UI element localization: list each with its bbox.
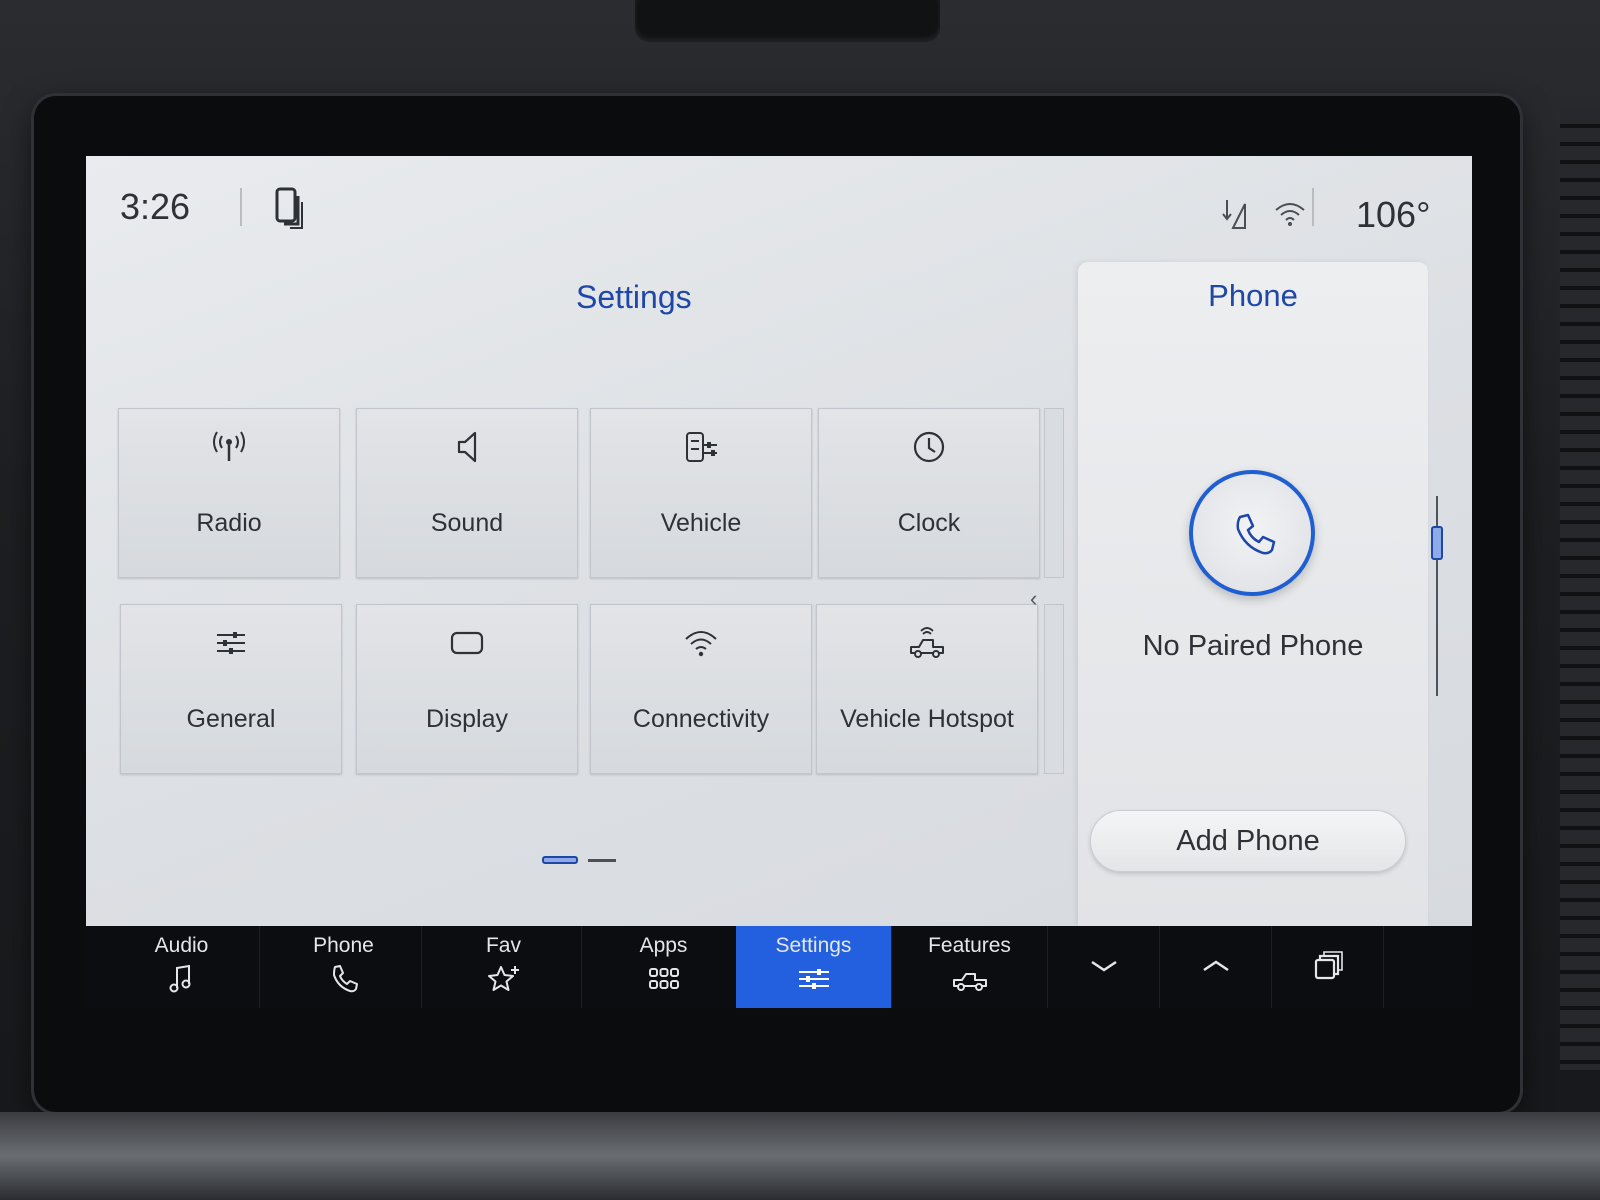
nav-label: Settings: [775, 934, 852, 957]
dashboard-trim: [0, 1112, 1600, 1200]
apps-grid-icon: [648, 968, 679, 989]
nav-features[interactable]: Features: [892, 926, 1048, 1008]
tile-label: Display: [426, 705, 508, 733]
status-divider: [240, 188, 242, 226]
tile-general[interactable]: General: [120, 604, 342, 774]
right-air-vent: [1560, 110, 1600, 1070]
truck-hotspot-icon: [909, 625, 945, 661]
panel-scrollbar-thumb[interactable]: [1431, 526, 1443, 560]
dashboard: 3:26 106° Settings Radio Sound Vehicle C…: [0, 0, 1600, 1200]
copy-windows-icon: [1314, 951, 1343, 980]
phone-call-button[interactable]: [1189, 470, 1315, 596]
phone-panel: Phone No Paired Phone Add Phone: [1078, 262, 1428, 926]
wifi-icon: [683, 625, 719, 661]
tile-partial[interactable]: [1044, 408, 1064, 578]
page-title: Settings: [576, 279, 692, 315]
tile-label: Vehicle: [660, 509, 742, 537]
display-icon: [449, 625, 485, 661]
tile-vehicle[interactable]: Vehicle: [590, 408, 812, 578]
tile-clock[interactable]: Clock: [818, 408, 1040, 578]
tile-sound[interactable]: Sound: [356, 408, 578, 578]
tile-label: Vehicle Hotspot: [840, 705, 1014, 733]
sliders-icon: [213, 625, 249, 661]
tile-label: General: [186, 705, 276, 733]
nav-fav[interactable]: Fav: [426, 926, 582, 1008]
phone-panel-title: Phone: [1208, 278, 1298, 313]
chevron-down-icon: [1091, 960, 1117, 972]
tile-label: Connectivity: [632, 705, 770, 733]
nav-settings[interactable]: Settings: [736, 926, 892, 1008]
nav-audio[interactable]: Audio: [104, 926, 260, 1008]
nav-windows-button[interactable]: [1272, 926, 1384, 1008]
speaker-icon: [449, 429, 485, 465]
antenna-icon: [211, 429, 247, 465]
sliders-icon: [798, 969, 829, 989]
page-indicator-active: [542, 856, 578, 864]
wifi-signal-icon: [1274, 200, 1306, 228]
truck-icon: [952, 973, 987, 991]
tile-label: Radio: [196, 509, 262, 537]
phone-projection-icon[interactable]: [274, 186, 304, 230]
nav-label: Fav: [485, 934, 521, 957]
settings-view: 3:26 106° Settings Radio Sound Vehicle C…: [86, 156, 1472, 926]
clock-icon: [911, 429, 947, 465]
nav-apps[interactable]: Apps: [586, 926, 742, 1008]
star-add-icon: [487, 966, 519, 991]
vehicle-settings-icon: [683, 429, 719, 465]
nav-label: Phone: [313, 934, 374, 957]
no-paired-phone-text: No Paired Phone: [1142, 630, 1364, 662]
page-indicator: [588, 859, 616, 862]
add-phone-button[interactable]: Add Phone: [1090, 810, 1406, 872]
tile-label: Sound: [430, 509, 504, 537]
tile-display[interactable]: Display: [356, 604, 578, 774]
phone-icon: [332, 965, 358, 993]
nav-label: Audio: [154, 934, 209, 957]
tile-connectivity[interactable]: Connectivity: [590, 604, 812, 774]
nav-label: Features: [928, 934, 1011, 957]
tile-vehicle-hotspot[interactable]: Vehicle Hotspot: [816, 604, 1038, 774]
gps-signal-icon: [1219, 198, 1249, 230]
top-air-vent: [635, 0, 940, 42]
nav-collapse-button[interactable]: [1048, 926, 1160, 1008]
infotainment-screen: 3:26 106° Settings Radio Sound Vehicle C…: [86, 156, 1472, 1008]
bottom-nav: Audio Phone Fav Apps Settings Features: [86, 926, 1472, 1008]
chevron-up-icon: [1203, 960, 1229, 972]
status-time: 3:26: [120, 186, 191, 227]
chevron-left-icon[interactable]: ‹: [1030, 586, 1037, 612]
status-divider: [1312, 188, 1314, 226]
music-note-icon: [169, 964, 190, 993]
tile-radio[interactable]: Radio: [118, 408, 340, 578]
nav-label: Apps: [639, 934, 688, 957]
outside-temperature: 106°: [1356, 194, 1431, 235]
phone-icon: [1236, 513, 1276, 555]
tile-label: Clock: [897, 509, 961, 537]
tile-partial[interactable]: [1044, 604, 1064, 774]
nav-phone[interactable]: Phone: [266, 926, 422, 1008]
nav-expand-button[interactable]: [1160, 926, 1272, 1008]
